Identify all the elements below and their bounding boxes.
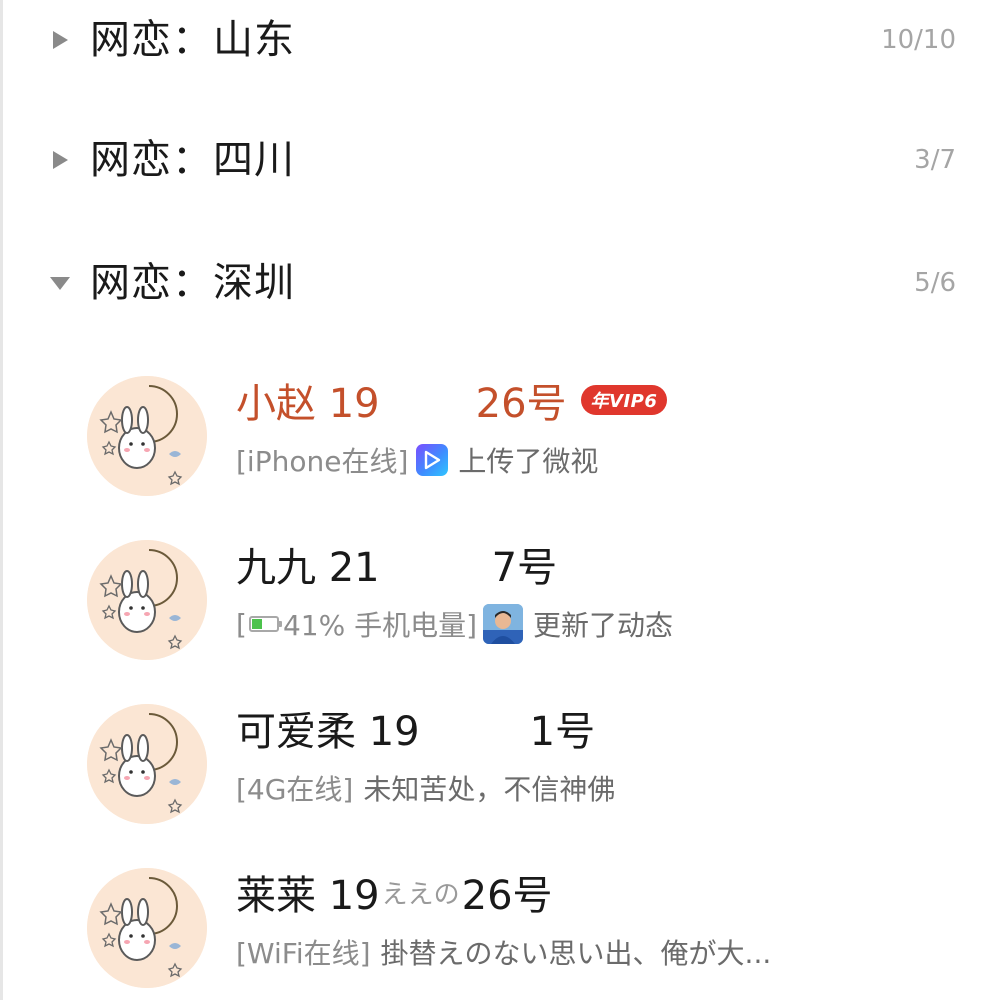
activity-text: 更新了动态	[533, 609, 674, 642]
weishi-app-icon[interactable]	[416, 444, 449, 476]
group-title: 网恋：四川	[90, 137, 295, 183]
group-title: 网恋：山东	[90, 17, 295, 63]
contact-name-suffix: 26号	[461, 873, 553, 919]
battery-level-text: 41% 手机电量]	[282, 609, 477, 642]
group-title: 网恋：深圳	[90, 260, 295, 306]
contact-name-prefix: 可爱柔 19	[236, 709, 420, 755]
online-status-tag: [4G在线]	[236, 773, 354, 806]
expanded-arrow-icon[interactable]	[48, 271, 72, 295]
battery-fill	[251, 619, 262, 629]
contact-status: [WiFi在线] 掛替えのない思い出、俺が大...	[236, 930, 771, 974]
group-online-count: 3/7	[914, 145, 956, 175]
contact-name-prefix: 小赵 19	[236, 381, 380, 427]
avatar[interactable]	[87, 868, 207, 988]
contact-row[interactable]: 九九 21 7号 [ 41% 手机电量] 更新了动态	[0, 530, 1000, 670]
activity-text: 上传了微视	[458, 445, 599, 478]
group-row-sichuan[interactable]: 网恋：四川 3/7	[0, 120, 1000, 200]
contact-row[interactable]: 小赵 19 26号 年VIP6 [iPhone在线] 上传了微视	[0, 366, 1000, 506]
contact-name-prefix: 莱莱 19	[236, 873, 380, 919]
contact-name-middle: ええの	[381, 879, 460, 910]
contact-status: [4G在线] 未知苦处，不信神佛	[236, 766, 615, 810]
redacted-region	[379, 378, 476, 422]
group-online-count: 10/10	[881, 25, 956, 55]
battery-icon	[248, 616, 282, 632]
online-status-tag: [iPhone在线]	[236, 445, 409, 478]
contact-name-suffix: 1号	[529, 709, 596, 755]
collapsed-arrow-icon[interactable]	[48, 28, 72, 52]
contact-status: [iPhone在线] 上传了微视	[236, 438, 598, 482]
group-row-shenzhen[interactable]: 网恋：深圳 5/6	[0, 243, 1000, 323]
redacted-region	[419, 706, 530, 750]
group-online-count: 5/6	[914, 268, 956, 298]
contact-name-prefix: 九九 21	[236, 545, 380, 591]
avatar[interactable]	[87, 376, 207, 496]
redacted-region	[379, 542, 492, 586]
avatar[interactable]	[87, 704, 207, 824]
contact-row[interactable]: 莱莱 19 ええの 26号 [WiFi在线] 掛替えのない思い出、俺が大...	[0, 858, 1000, 998]
vip-badge: 年VIP6	[580, 385, 668, 415]
signature-text: 未知苦处，不信神佛	[363, 773, 616, 806]
contact-name: 莱莱 19 ええの 26号	[236, 862, 553, 922]
online-status-tag: [WiFi在线]	[236, 937, 371, 970]
avatar[interactable]	[87, 540, 207, 660]
contact-name-suffix: 26号	[475, 381, 567, 427]
signature-text: 掛替えのない思い出、俺が大...	[380, 937, 772, 970]
contact-name: 九九 21 7号	[236, 534, 557, 594]
contact-status: [ 41% 手机电量] 更新了动态	[236, 602, 673, 646]
contact-name: 小赵 19 26号 年VIP6	[236, 370, 668, 430]
photo-thumbnail[interactable]	[483, 604, 523, 644]
contact-name: 可爱柔 19 1号	[236, 698, 595, 758]
contact-row[interactable]: 可爱柔 19 1号 [4G在线] 未知苦处，不信神佛	[0, 694, 1000, 834]
group-row-shandong[interactable]: 网恋：山东 10/10	[0, 0, 1000, 80]
contact-name-suffix: 7号	[491, 545, 558, 591]
status-open-bracket: [	[236, 607, 247, 641]
collapsed-arrow-icon[interactable]	[48, 148, 72, 172]
